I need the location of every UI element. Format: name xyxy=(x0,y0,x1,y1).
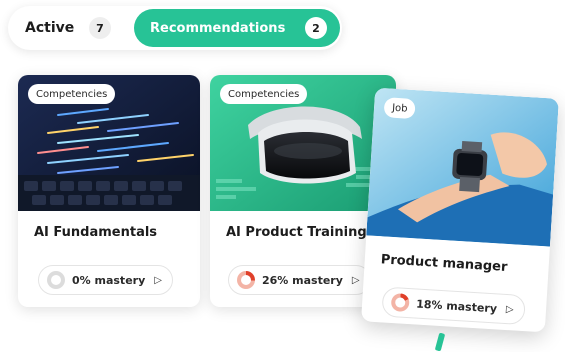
card-title: AI Fundamentals xyxy=(34,225,158,240)
mastery-button[interactable]: 18% mastery ▷ xyxy=(381,286,526,326)
play-icon: ▷ xyxy=(505,303,514,315)
card-product-manager[interactable]: Job Product manager 18% mastery ▷ xyxy=(361,87,559,333)
mastery-button[interactable]: 26% mastery ▷ xyxy=(228,265,371,295)
tab-active-label: Active xyxy=(25,20,75,36)
card-title: Product manager xyxy=(380,252,508,275)
mastery-progress-ring xyxy=(47,271,65,289)
card-title: AI Product Training xyxy=(226,225,367,240)
mastery-button[interactable]: 0% mastery ▷ xyxy=(38,265,173,295)
mastery-label: 18% mastery xyxy=(415,297,498,315)
mastery-progress-ring xyxy=(390,292,410,313)
card-tag: Job xyxy=(383,97,417,120)
cursor-pointer xyxy=(434,332,446,352)
card-thumbnail-code: Competencies xyxy=(18,75,200,211)
mastery-label: 0% mastery xyxy=(72,273,146,287)
play-icon: ▷ xyxy=(154,274,162,286)
tab-active[interactable]: Active 7 xyxy=(11,9,129,47)
mastery-progress-ring xyxy=(237,271,255,289)
tab-bar: Active 7 Recommendations 2 xyxy=(8,6,342,50)
card-ai-fundamentals[interactable]: Competencies AI Fundamentals 0% mastery … xyxy=(18,75,200,307)
card-tag: Competencies xyxy=(220,84,308,104)
tab-recommendations-label: Recommendations xyxy=(150,20,286,36)
mastery-label: 26% mastery xyxy=(262,273,343,287)
play-icon: ▷ xyxy=(351,274,360,286)
card-thumbnail-smartwatch: Job xyxy=(366,87,559,247)
tab-recommendations[interactable]: Recommendations 2 xyxy=(134,9,340,47)
tab-active-count-badge: 7 xyxy=(89,17,111,39)
card-tag: Competencies xyxy=(28,84,116,104)
tab-recommendations-count-badge: 2 xyxy=(305,17,327,39)
